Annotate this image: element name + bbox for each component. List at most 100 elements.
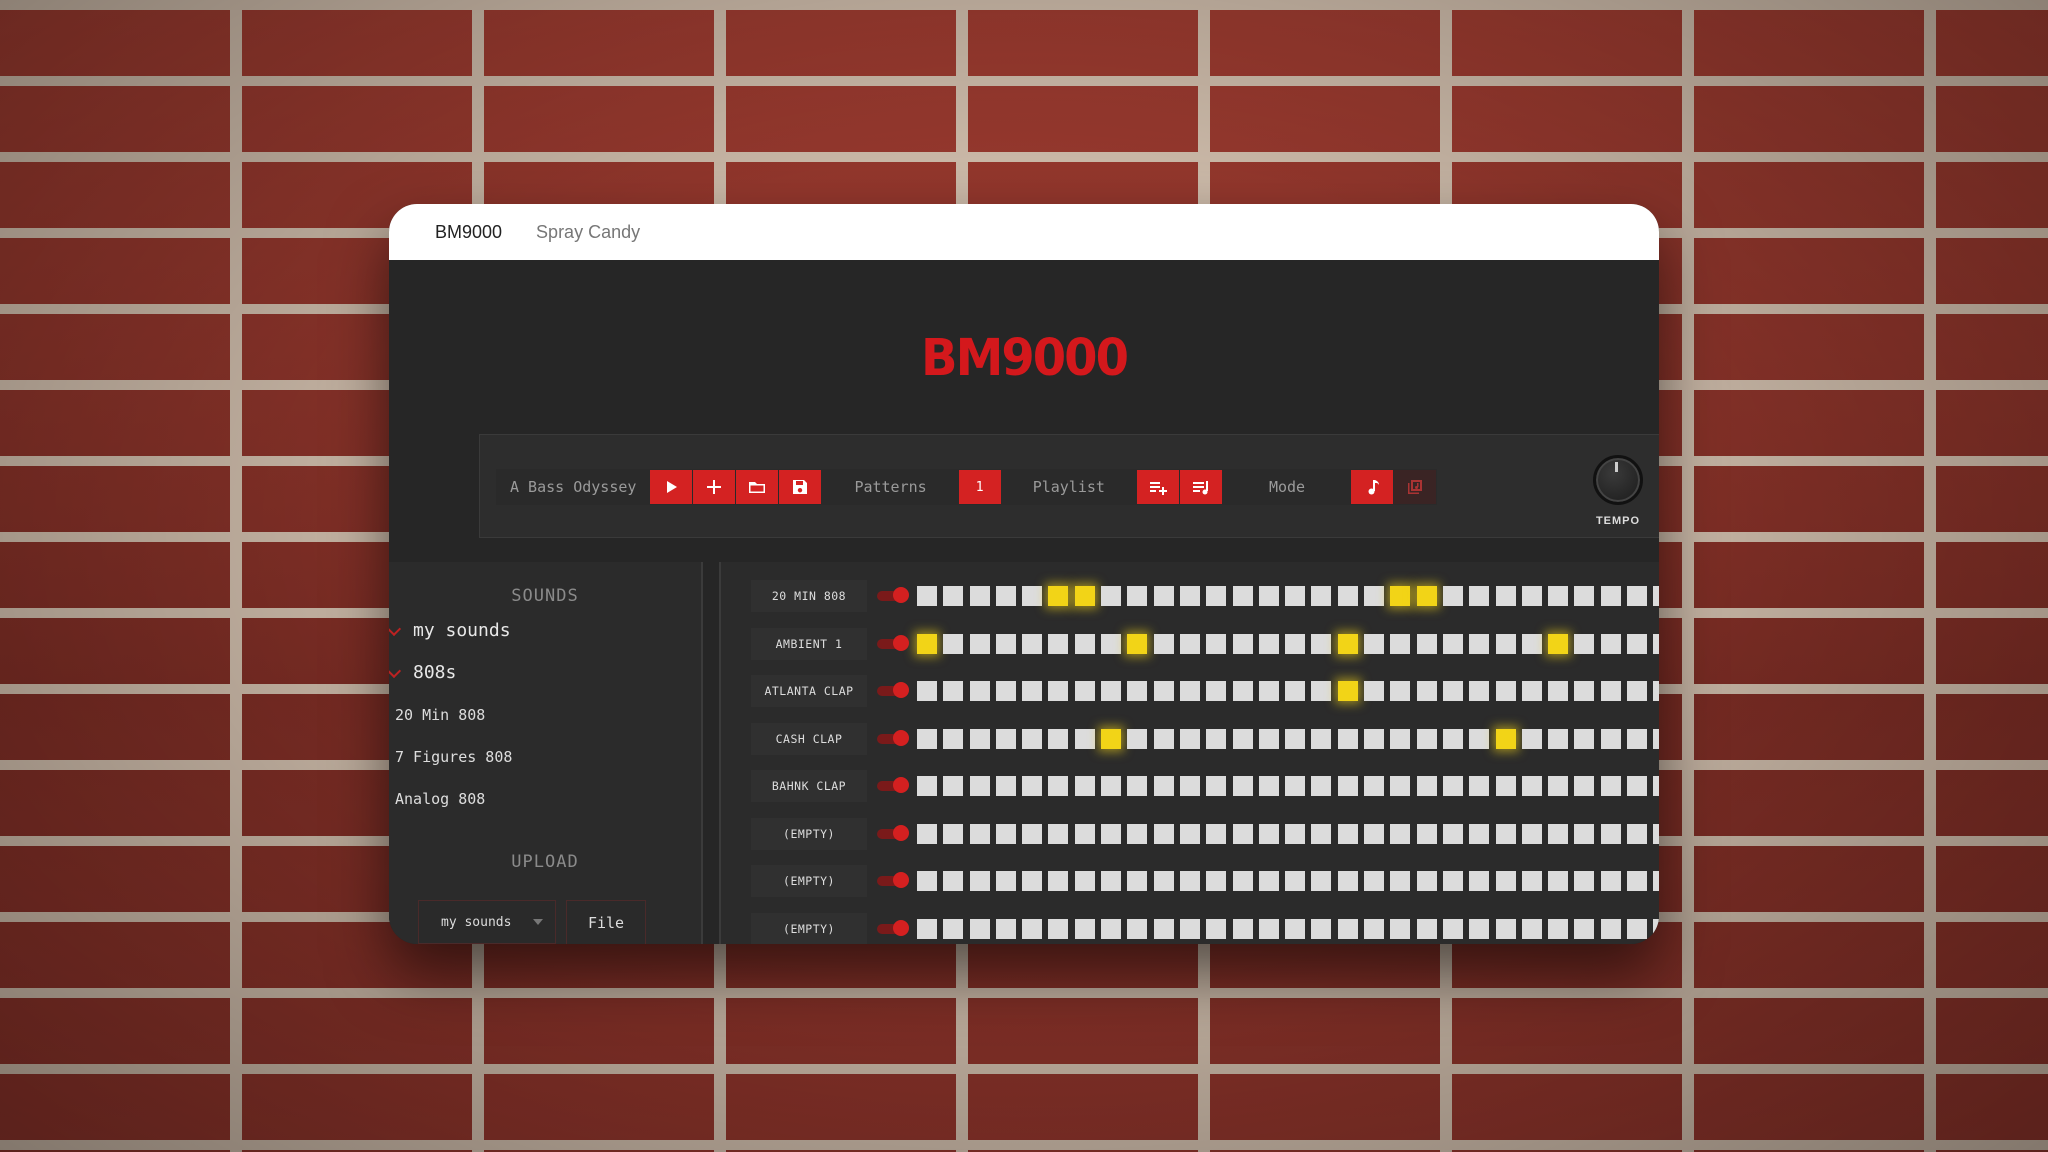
- step-pad[interactable]: [1127, 586, 1148, 606]
- step-pad[interactable]: [1653, 633, 1659, 654]
- step-pad[interactable]: [1258, 681, 1279, 701]
- step-pad[interactable]: [1285, 918, 1306, 939]
- step-pad[interactable]: [1232, 823, 1253, 844]
- step-pad[interactable]: [1258, 823, 1279, 844]
- step-pad[interactable]: [1548, 871, 1569, 891]
- step-pad[interactable]: [1311, 776, 1332, 796]
- step-pad[interactable]: [1311, 918, 1332, 939]
- step-pad[interactable]: [969, 776, 990, 796]
- step-pad[interactable]: [1179, 728, 1200, 749]
- step-pad[interactable]: [1390, 871, 1411, 891]
- step-pad[interactable]: [1153, 586, 1174, 606]
- play-button[interactable]: [650, 470, 693, 504]
- step-pad[interactable]: [1311, 728, 1332, 749]
- step-pad[interactable]: [1179, 633, 1200, 654]
- step-pad[interactable]: [1364, 871, 1385, 891]
- folder-my-sounds[interactable]: my sounds: [389, 610, 701, 652]
- tempo-dial[interactable]: [1593, 455, 1643, 505]
- step-pad[interactable]: [943, 823, 964, 844]
- step-pad[interactable]: [1495, 918, 1516, 939]
- step-pad[interactable]: [995, 681, 1016, 701]
- step-pad[interactable]: [1627, 918, 1648, 939]
- step-pad[interactable]: [1416, 681, 1437, 701]
- step-pad[interactable]: [995, 776, 1016, 796]
- step-pad[interactable]: [1390, 823, 1411, 844]
- track-name[interactable]: (EMPTY): [751, 865, 867, 897]
- step-pad[interactable]: [1627, 728, 1648, 749]
- step-pad[interactable]: [1101, 681, 1122, 701]
- step-pad[interactable]: [1258, 918, 1279, 939]
- step-pad[interactable]: [969, 586, 990, 606]
- step-pad[interactable]: [1469, 681, 1490, 701]
- step-pad[interactable]: [995, 918, 1016, 939]
- open-button[interactable]: [736, 470, 779, 504]
- step-pad[interactable]: [1364, 918, 1385, 939]
- track-mute-toggle[interactable]: [877, 777, 909, 793]
- step-pad[interactable]: [1495, 823, 1516, 844]
- step-pad[interactable]: [1153, 728, 1174, 749]
- step-pad[interactable]: [1653, 681, 1659, 701]
- step-pad[interactable]: [1416, 871, 1437, 891]
- step-pad[interactable]: [1337, 633, 1358, 654]
- step-pad[interactable]: [969, 681, 990, 701]
- track-mute-toggle[interactable]: [877, 824, 909, 841]
- step-pad[interactable]: [1179, 586, 1200, 606]
- step-pad[interactable]: [1179, 871, 1200, 891]
- step-pad[interactable]: [1258, 776, 1279, 796]
- upload-file-button[interactable]: File: [566, 900, 646, 944]
- step-pad[interactable]: [969, 918, 990, 939]
- step-pad[interactable]: [1285, 633, 1306, 654]
- step-pad[interactable]: [969, 823, 990, 844]
- step-pad[interactable]: [1022, 681, 1043, 701]
- step-pad[interactable]: [1206, 871, 1227, 891]
- step-pad[interactable]: [1600, 586, 1621, 606]
- step-pad[interactable]: [1337, 871, 1358, 891]
- step-pad[interactable]: [1627, 633, 1648, 654]
- step-pad[interactable]: [1627, 871, 1648, 891]
- step-pad[interactable]: [1127, 633, 1148, 654]
- step-pad[interactable]: [1311, 586, 1332, 606]
- step-pad[interactable]: [1127, 681, 1148, 701]
- step-pad[interactable]: [1364, 681, 1385, 701]
- step-pad[interactable]: [1074, 633, 1095, 654]
- step-pad[interactable]: [1548, 823, 1569, 844]
- step-pad[interactable]: [1442, 823, 1463, 844]
- step-pad[interactable]: [1206, 633, 1227, 654]
- step-pad[interactable]: [1127, 918, 1148, 939]
- sound-item[interactable]: 7 Figures 808: [389, 736, 701, 778]
- step-pad[interactable]: [1285, 823, 1306, 844]
- track-name[interactable]: (EMPTY): [751, 817, 867, 850]
- step-pad[interactable]: [1022, 586, 1043, 606]
- mode-note-button[interactable]: [1351, 470, 1394, 504]
- step-pad[interactable]: [943, 871, 964, 891]
- step-pad[interactable]: [1101, 823, 1122, 844]
- step-pad[interactable]: [1574, 871, 1595, 891]
- step-pad[interactable]: [995, 586, 1016, 606]
- step-pad[interactable]: [1258, 728, 1279, 749]
- step-pad[interactable]: [1285, 586, 1306, 606]
- step-pad[interactable]: [1574, 633, 1595, 654]
- step-pad[interactable]: [1153, 871, 1174, 891]
- step-pad[interactable]: [1206, 586, 1227, 606]
- step-pad[interactable]: [1574, 918, 1595, 939]
- step-pad[interactable]: [1022, 871, 1043, 891]
- folder-808s[interactable]: 808s: [389, 652, 701, 694]
- step-pad[interactable]: [1048, 586, 1069, 606]
- track-name[interactable]: AMBIENT 1: [751, 627, 867, 660]
- track-name[interactable]: (EMPTY): [751, 912, 867, 944]
- step-pad[interactable]: [995, 871, 1016, 891]
- step-pad[interactable]: [1022, 823, 1043, 844]
- step-pad[interactable]: [1101, 728, 1122, 749]
- step-pad[interactable]: [1048, 918, 1069, 939]
- step-pad[interactable]: [1416, 633, 1437, 654]
- step-pad[interactable]: [1364, 823, 1385, 844]
- step-pad[interactable]: [1442, 918, 1463, 939]
- step-pad[interactable]: [917, 728, 937, 749]
- step-pad[interactable]: [1074, 918, 1095, 939]
- step-pad[interactable]: [1364, 633, 1385, 654]
- step-pad[interactable]: [1127, 823, 1148, 844]
- step-pad[interactable]: [1337, 776, 1358, 796]
- track-mute-toggle[interactable]: [877, 729, 909, 746]
- step-pad[interactable]: [1548, 776, 1569, 796]
- step-pad[interactable]: [917, 918, 937, 939]
